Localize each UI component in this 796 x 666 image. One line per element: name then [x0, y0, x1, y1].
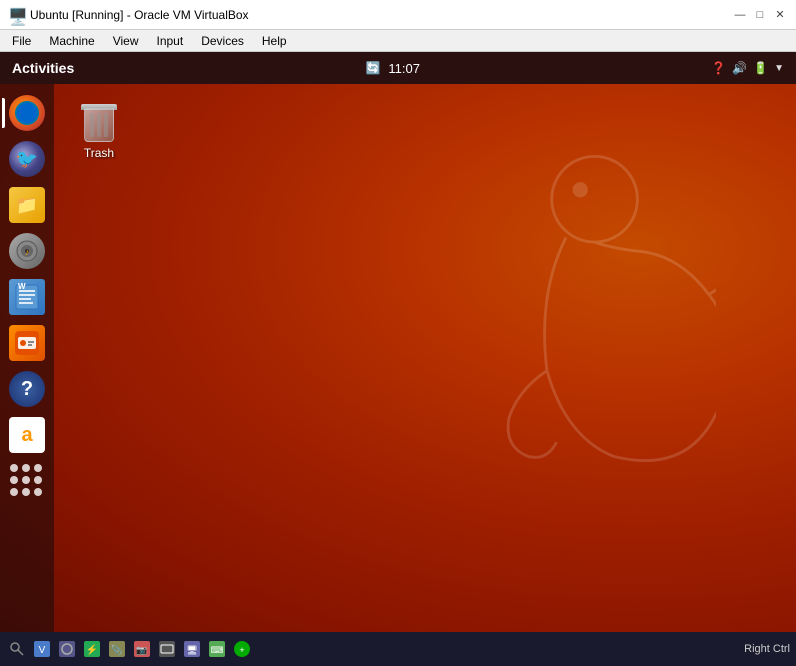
trash-icon [79, 98, 119, 142]
software-center-icon [9, 325, 45, 361]
dock-item-writer[interactable]: W [6, 276, 48, 318]
window-icon: 🖥️ [8, 7, 24, 23]
trash-line [104, 113, 108, 137]
battery-icon[interactable]: 🔋 [753, 61, 768, 75]
trash-line [90, 113, 94, 137]
topbar-center: 🔄 11:07 [74, 61, 711, 76]
system-menu-arrow[interactable]: ▼ [774, 63, 784, 74]
menu-devices[interactable]: Devices [193, 32, 252, 50]
menu-file[interactable]: File [4, 32, 39, 50]
window-controls: — □ ✕ [732, 7, 788, 23]
dock-item-help[interactable]: ? [6, 368, 48, 410]
writer-icon: W [9, 279, 45, 315]
minimize-button[interactable]: — [732, 7, 748, 23]
trash-line [97, 113, 101, 137]
svg-text:📎: 📎 [111, 644, 122, 656]
svg-text:📷: 📷 [136, 645, 147, 655]
desktop-area: Trash [54, 84, 796, 632]
dock-item-thunderbird[interactable]: 🐦 [6, 138, 48, 180]
activities-button[interactable]: Activities [12, 60, 74, 76]
menu-input[interactable]: Input [149, 32, 192, 50]
right-ctrl-label: Right Ctrl [744, 643, 790, 655]
trash-body [84, 108, 114, 142]
taskbar-search-icon[interactable] [6, 638, 28, 660]
taskbar-icon-1[interactable]: V [31, 638, 53, 660]
thunderbird-icon: 🐦 [9, 141, 45, 177]
menu-view[interactable]: View [105, 32, 147, 50]
taskbar-icon-9[interactable]: + [231, 638, 253, 660]
trash-desktop-icon[interactable]: Trash [64, 94, 134, 164]
ubuntu-desktop: 🐦 📁 ♪ [0, 84, 796, 632]
clock-sync-icon: 🔄 [365, 61, 380, 75]
show-apps-icon [9, 463, 45, 499]
svg-text:W: W [18, 283, 26, 291]
dock-item-files[interactable]: 📁 [6, 184, 48, 226]
files-icon: 📁 [9, 187, 45, 223]
svg-text:V: V [39, 645, 46, 656]
dock-item-amazon[interactable]: a [6, 414, 48, 456]
close-button[interactable]: ✕ [772, 7, 788, 23]
rhythmbox-icon: ♪ [9, 233, 45, 269]
taskbar-icon-7[interactable]: 🖥 [181, 638, 203, 660]
menu-machine[interactable]: Machine [41, 32, 102, 50]
dock-item-rhythmbox[interactable]: ♪ [6, 230, 48, 272]
menu-help[interactable]: Help [254, 32, 295, 50]
clock-display: 11:07 [388, 61, 420, 76]
dock-item-firefox[interactable] [6, 92, 48, 134]
taskbar-icon-6[interactable] [156, 638, 178, 660]
dock-item-show-apps[interactable] [6, 460, 48, 502]
maximize-button[interactable]: □ [752, 7, 768, 23]
title-bar: 🖥️ Ubuntu [Running] - Oracle VM VirtualB… [0, 0, 796, 30]
topbar-right: ❓ 🔊 🔋 ▼ [711, 61, 784, 75]
trash-lines [90, 113, 108, 137]
taskbar-icon-5[interactable]: 📷 [131, 638, 153, 660]
virtualbox-window: 🖥️ Ubuntu [Running] - Oracle VM VirtualB… [0, 0, 796, 666]
taskbar-icon-3[interactable]: ⚡ [81, 638, 103, 660]
taskbar-icon-8[interactable]: ⌨ [206, 638, 228, 660]
vm-taskbar: V ⚡ 📎 📷 🖥 ⌨ + [0, 632, 796, 666]
trash-label: Trash [84, 146, 114, 160]
menu-bar: File Machine View Input Devices Help [0, 30, 796, 52]
volume-icon[interactable]: 🔊 [732, 61, 747, 75]
svg-text:+: + [239, 645, 244, 655]
taskbar-icon-2[interactable] [56, 638, 78, 660]
ubuntu-topbar: Activities 🔄 11:07 ❓ 🔊 🔋 ▼ [0, 52, 796, 84]
dock-item-software[interactable] [6, 322, 48, 364]
svg-text:⚡: ⚡ [86, 643, 98, 656]
svg-text:🖥: 🖥 [186, 645, 197, 655]
ubuntu-dock: 🐦 📁 ♪ [0, 84, 54, 632]
question-icon: ❓ [711, 61, 726, 75]
svg-text:♪: ♪ [25, 247, 30, 257]
help-icon: ? [9, 371, 45, 407]
svg-text:⌨: ⌨ [211, 645, 224, 655]
taskbar-icon-4[interactable]: 📎 [106, 638, 128, 660]
firefox-icon [9, 95, 45, 131]
amazon-icon: a [9, 417, 45, 453]
window-title: Ubuntu [Running] - Oracle VM VirtualBox [30, 8, 732, 22]
vm-content: Activities 🔄 11:07 ❓ 🔊 🔋 ▼ [0, 52, 796, 666]
